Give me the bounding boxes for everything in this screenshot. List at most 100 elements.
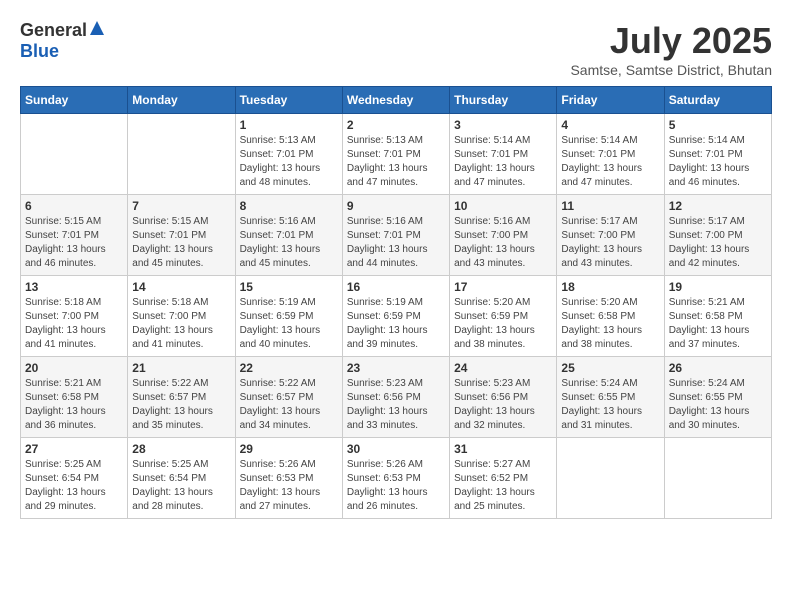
day-number: 1: [240, 118, 338, 132]
day-info: Sunrise: 5:20 AMSunset: 6:59 PMDaylight:…: [454, 296, 552, 352]
calendar-header-monday: Monday: [128, 87, 235, 114]
location-subtitle: Samtse, Samtse District, Bhutan: [570, 62, 772, 78]
calendar-cell: 15Sunrise: 5:19 AMSunset: 6:59 PMDayligh…: [235, 276, 342, 357]
day-number: 13: [25, 280, 123, 294]
day-number: 6: [25, 199, 123, 213]
calendar-cell: 23 Sunrise: 5:23 AMSunset: 6:56 PMDayligh…: [342, 357, 449, 438]
calendar-cell: 8 Sunrise: 5:16 AMSunset: 7:01 PMDaylight…: [235, 195, 342, 276]
day-number: 4: [561, 118, 659, 132]
day-number: 31: [454, 442, 552, 456]
day-info: Sunrise: 5:17 AMSunset: 7:00 PMDaylight:…: [561, 215, 659, 271]
calendar-cell: 22Sunrise: 5:22 AMSunset: 6:57 PMDayligh…: [235, 357, 342, 438]
calendar-cell: 27 Sunrise: 5:25 AMSunset: 6:54 PMDayligh…: [21, 438, 128, 519]
calendar-cell: 4 Sunrise: 5:14 AMSunset: 7:01 PMDaylight…: [557, 114, 664, 195]
calendar-header-tuesday: Tuesday: [235, 87, 342, 114]
calendar-cell: 1 Sunrise: 5:13 AMSunset: 7:01 PMDaylight…: [235, 114, 342, 195]
day-info: Sunrise: 5:21 AMSunset: 6:58 PMDaylight:…: [669, 296, 767, 352]
day-info: Sunrise: 5:15 AMSunset: 7:01 PMDaylight:…: [25, 215, 123, 271]
day-info: Sunrise: 5:16 AMSunset: 7:01 PMDaylight:…: [240, 215, 338, 271]
calendar-cell: 20 Sunrise: 5:21 AMSunset: 6:58 PMDayligh…: [21, 357, 128, 438]
calendar-cell: 24Sunrise: 5:23 AMSunset: 6:56 PMDayligh…: [450, 357, 557, 438]
day-info: Sunrise: 5:16 AMSunset: 7:00 PMDaylight:…: [454, 215, 552, 271]
day-number: 20: [25, 361, 123, 375]
day-info: Sunrise: 5:13 AMSunset: 7:01 PMDaylight:…: [347, 134, 445, 190]
day-info: Sunrise: 5:22 AMSunset: 6:57 PMDaylight:…: [132, 377, 230, 433]
calendar-cell: 10 Sunrise: 5:16 AMSunset: 7:00 PMDayligh…: [450, 195, 557, 276]
calendar-cell: 25 Sunrise: 5:24 AMSunset: 6:55 PMDayligh…: [557, 357, 664, 438]
day-info: Sunrise: 5:17 AMSunset: 7:00 PMDaylight:…: [669, 215, 767, 271]
calendar-week-row: 6 Sunrise: 5:15 AMSunset: 7:01 PMDaylight…: [21, 195, 772, 276]
day-number: 3: [454, 118, 552, 132]
day-number: 30: [347, 442, 445, 456]
calendar-header-thursday: Thursday: [450, 87, 557, 114]
day-number: 18: [561, 280, 659, 294]
month-title: July 2025: [570, 20, 772, 62]
day-number: 28: [132, 442, 230, 456]
day-info: Sunrise: 5:22 AMSunset: 6:57 PMDaylight:…: [240, 377, 338, 433]
calendar-cell: 14 Sunrise: 5:18 AMSunset: 7:00 PMDayligh…: [128, 276, 235, 357]
day-info: Sunrise: 5:24 AMSunset: 6:55 PMDaylight:…: [669, 377, 767, 433]
calendar-week-row: 1 Sunrise: 5:13 AMSunset: 7:01 PMDaylight…: [21, 114, 772, 195]
day-info: Sunrise: 5:21 AMSunset: 6:58 PMDaylight:…: [25, 377, 123, 433]
day-info: Sunrise: 5:27 AMSunset: 6:52 PMDaylight:…: [454, 458, 552, 514]
logo: General Blue: [20, 20, 104, 62]
day-number: 25: [561, 361, 659, 375]
calendar-header-saturday: Saturday: [664, 87, 771, 114]
day-info: Sunrise: 5:26 AMSunset: 6:53 PMDaylight:…: [347, 458, 445, 514]
day-info: Sunrise: 5:24 AMSunset: 6:55 PMDaylight:…: [561, 377, 659, 433]
day-info: Sunrise: 5:20 AMSunset: 6:58 PMDaylight:…: [561, 296, 659, 352]
day-number: 2: [347, 118, 445, 132]
day-number: 15: [240, 280, 338, 294]
day-info: Sunrise: 5:23 AMSunset: 6:56 PMDaylight:…: [454, 377, 552, 433]
calendar-cell: 31 Sunrise: 5:27 AMSunset: 6:52 PMDayligh…: [450, 438, 557, 519]
calendar-cell: 7Sunrise: 5:15 AMSunset: 7:01 PMDaylight…: [128, 195, 235, 276]
calendar-cell: 17 Sunrise: 5:20 AMSunset: 6:59 PMDayligh…: [450, 276, 557, 357]
day-info: Sunrise: 5:16 AMSunset: 7:01 PMDaylight:…: [347, 215, 445, 271]
page-header: General Blue July 2025 Samtse, Samtse Di…: [20, 20, 772, 78]
calendar-cell: 21 Sunrise: 5:22 AMSunset: 6:57 PMDayligh…: [128, 357, 235, 438]
calendar-cell: [557, 438, 664, 519]
day-number: 17: [454, 280, 552, 294]
calendar-week-row: 20 Sunrise: 5:21 AMSunset: 6:58 PMDayligh…: [21, 357, 772, 438]
day-info: Sunrise: 5:18 AMSunset: 7:00 PMDaylight:…: [132, 296, 230, 352]
calendar-header-wednesday: Wednesday: [342, 87, 449, 114]
logo-blue: Blue: [20, 41, 59, 61]
calendar-table: SundayMondayTuesdayWednesdayThursdayFrid…: [20, 86, 772, 519]
day-info: Sunrise: 5:14 AMSunset: 7:01 PMDaylight:…: [561, 134, 659, 190]
calendar-cell: 26Sunrise: 5:24 AMSunset: 6:55 PMDayligh…: [664, 357, 771, 438]
calendar-cell: 12 Sunrise: 5:17 AMSunset: 7:00 PMDayligh…: [664, 195, 771, 276]
calendar-cell: 2 Sunrise: 5:13 AMSunset: 7:01 PMDaylight…: [342, 114, 449, 195]
day-number: 10: [454, 199, 552, 213]
title-block: July 2025 Samtse, Samtse District, Bhuta…: [570, 20, 772, 78]
calendar-cell: 13 Sunrise: 5:18 AMSunset: 7:00 PMDayligh…: [21, 276, 128, 357]
day-number: 14: [132, 280, 230, 294]
day-info: Sunrise: 5:19 AMSunset: 6:59 PMDaylight:…: [347, 296, 445, 352]
day-number: 11: [561, 199, 659, 213]
day-info: Sunrise: 5:25 AMSunset: 6:54 PMDaylight:…: [132, 458, 230, 514]
calendar-cell: 19 Sunrise: 5:21 AMSunset: 6:58 PMDayligh…: [664, 276, 771, 357]
day-info: Sunrise: 5:26 AMSunset: 6:53 PMDaylight:…: [240, 458, 338, 514]
day-number: 23: [347, 361, 445, 375]
calendar-cell: 30 Sunrise: 5:26 AMSunset: 6:53 PMDayligh…: [342, 438, 449, 519]
day-number: 12: [669, 199, 767, 213]
calendar-header-friday: Friday: [557, 87, 664, 114]
day-info: Sunrise: 5:13 AMSunset: 7:01 PMDaylight:…: [240, 134, 338, 190]
calendar-cell: 6 Sunrise: 5:15 AMSunset: 7:01 PMDaylight…: [21, 195, 128, 276]
logo-general: General: [20, 20, 87, 41]
day-number: 19: [669, 280, 767, 294]
calendar-cell: 5Sunrise: 5:14 AMSunset: 7:01 PMDaylight…: [664, 114, 771, 195]
calendar-cell: 29 Sunrise: 5:26 AMSunset: 6:53 PMDayligh…: [235, 438, 342, 519]
day-info: Sunrise: 5:25 AMSunset: 6:54 PMDaylight:…: [25, 458, 123, 514]
calendar-cell: 3 Sunrise: 5:14 AMSunset: 7:01 PMDaylight…: [450, 114, 557, 195]
day-info: Sunrise: 5:23 AMSunset: 6:56 PMDaylight:…: [347, 377, 445, 433]
day-number: 29: [240, 442, 338, 456]
calendar-cell: [21, 114, 128, 195]
logo-triangle-icon: [90, 21, 104, 40]
day-info: Sunrise: 5:14 AMSunset: 7:01 PMDaylight:…: [454, 134, 552, 190]
calendar-cell: [128, 114, 235, 195]
day-info: Sunrise: 5:18 AMSunset: 7:00 PMDaylight:…: [25, 296, 123, 352]
day-number: 21: [132, 361, 230, 375]
calendar-cell: 16Sunrise: 5:19 AMSunset: 6:59 PMDayligh…: [342, 276, 449, 357]
day-number: 27: [25, 442, 123, 456]
day-number: 8: [240, 199, 338, 213]
